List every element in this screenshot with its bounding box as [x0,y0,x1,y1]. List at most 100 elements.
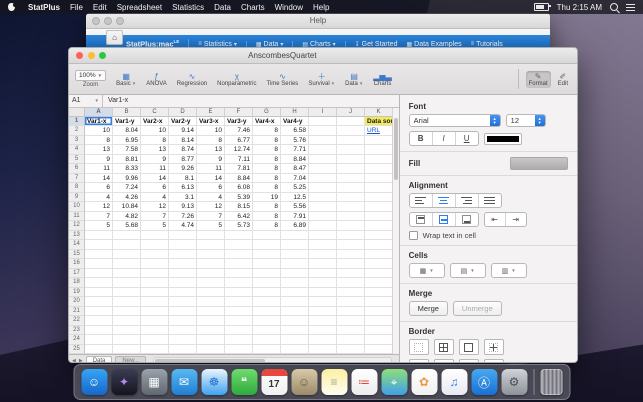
format-cells-dropdown[interactable]: ▥ ▼ [490,263,527,278]
cell-C21[interactable] [141,306,169,317]
cell-I5[interactable] [309,154,337,165]
cell-C25[interactable] [141,344,169,355]
cell-J23[interactable] [337,325,365,336]
cell-C19[interactable] [141,287,169,298]
cell-A11[interactable]: 7 [85,211,113,222]
cell-F6[interactable]: 7.81 [225,164,253,174]
border-top-icon[interactable] [408,359,429,362]
menu-item-charts[interactable]: Charts [236,3,270,12]
menu-item-file[interactable]: File [65,3,88,12]
merge-button[interactable]: Merge [408,301,448,316]
row-header-1[interactable]: 1 [69,116,85,127]
cell-I6[interactable] [309,164,337,174]
cell-D9[interactable]: 3.1 [169,192,197,203]
dock-icon-siri[interactable]: ✦ [111,369,137,395]
cell-K6[interactable] [365,164,393,174]
cell-C6[interactable]: 11 [141,164,169,174]
dock-icon-photos[interactable]: ✿ [411,369,437,395]
cell-I12[interactable] [309,221,337,231]
cell-C12[interactable]: 5 [141,221,169,231]
cell-G25[interactable] [253,344,281,355]
cell-D5[interactable]: 8.77 [169,154,197,165]
insert-cells-dropdown[interactable]: ▦ ▼ [408,263,445,278]
cell-J6[interactable] [337,164,365,174]
cell-E5[interactable]: 9 [197,154,225,165]
tab-scroll-right-icon[interactable]: ▶ [79,358,83,362]
cell-F24[interactable] [225,335,253,345]
cell-D12[interactable]: 4.74 [169,221,197,231]
cell-K17[interactable] [365,268,393,279]
cell-B15[interactable] [113,249,141,260]
cell-K20[interactable] [365,297,393,307]
cell-E19[interactable] [197,287,225,298]
cell-H18[interactable] [281,278,309,288]
cell-D2[interactable]: 9.14 [169,126,197,136]
toolbar-button-nonparametric[interactable]: χ Nonparametric [214,71,259,88]
cell-A22[interactable] [85,316,113,326]
cell-G15[interactable] [253,249,281,260]
row-header-17[interactable]: 17 [69,268,85,279]
cell-E25[interactable] [197,344,225,355]
battery-icon[interactable] [533,3,551,11]
cell-J4[interactable] [337,145,365,155]
menu-item-data[interactable]: Data [209,3,236,12]
cell-I11[interactable] [309,211,337,222]
cell-J19[interactable] [337,287,365,298]
cell-F18[interactable] [225,278,253,288]
cell-F13[interactable] [225,230,253,241]
cell-I2[interactable] [309,126,337,136]
cell-A10[interactable]: 12 [85,202,113,212]
cell-D23[interactable] [169,325,197,336]
cell-H3[interactable]: 5.76 [281,135,309,146]
cell-G4[interactable]: 8 [253,145,281,155]
cell-B4[interactable]: 7.58 [113,145,141,155]
cell-B10[interactable]: 10.84 [113,202,141,212]
cell-B9[interactable]: 4.26 [113,192,141,203]
cell-F4[interactable]: 12.74 [225,145,253,155]
dock-icon-contacts[interactable]: ☺ [291,369,317,395]
cell-E7[interactable]: 14 [197,173,225,184]
cell-G12[interactable]: 8 [253,221,281,231]
select-all-corner[interactable] [69,107,85,117]
cell-G5[interactable]: 8 [253,154,281,165]
cell-B25[interactable] [113,344,141,355]
cell-H12[interactable]: 6.89 [281,221,309,231]
cell-E24[interactable] [197,335,225,345]
cell-A4[interactable]: 13 [85,145,113,155]
cell-F2[interactable]: 7.46 [225,126,253,136]
cell-F11[interactable]: 6.42 [225,211,253,222]
row-header-19[interactable]: 19 [69,287,85,298]
cell-G10[interactable]: 8 [253,202,281,212]
toolbar-button-regression[interactable]: ∿ Regression [174,71,210,88]
row-header-25[interactable]: 25 [69,344,85,355]
cell-K15[interactable] [365,249,393,260]
cell-K19[interactable] [365,287,393,298]
cell-J21[interactable] [337,306,365,317]
cell-G11[interactable]: 8 [253,211,281,222]
cell-G20[interactable] [253,297,281,307]
cell-C23[interactable] [141,325,169,336]
cell-G9[interactable]: 19 [253,192,281,203]
cell-A1[interactable]: Var1-x [85,116,113,127]
cell-C1[interactable]: Var2-x [141,116,169,127]
cell-I1[interactable] [309,116,337,127]
cell-C22[interactable] [141,316,169,326]
column-header-F[interactable]: F [225,107,253,117]
cell-A3[interactable]: 8 [85,135,113,146]
cell-E6[interactable]: 11 [197,164,225,174]
row-header-7[interactable]: 7 [69,173,85,184]
cell-F20[interactable] [225,297,253,307]
cell-F8[interactable]: 6.08 [225,183,253,193]
toolbar-button-format[interactable]: ✎ Format [525,70,551,88]
cell-C14[interactable] [141,240,169,250]
cell-H24[interactable] [281,335,309,345]
cell-D22[interactable] [169,316,197,326]
delete-cells-dropdown[interactable]: ▤ ▼ [449,263,486,278]
cell-A14[interactable] [85,240,113,250]
row-header-10[interactable]: 10 [69,202,85,212]
dock-icon-reminders[interactable]: ≔ [351,369,377,395]
menu-item-window[interactable]: Window [270,3,308,12]
cell-E22[interactable] [197,316,225,326]
cell-A15[interactable] [85,249,113,260]
column-header-J[interactable]: J [337,107,365,117]
